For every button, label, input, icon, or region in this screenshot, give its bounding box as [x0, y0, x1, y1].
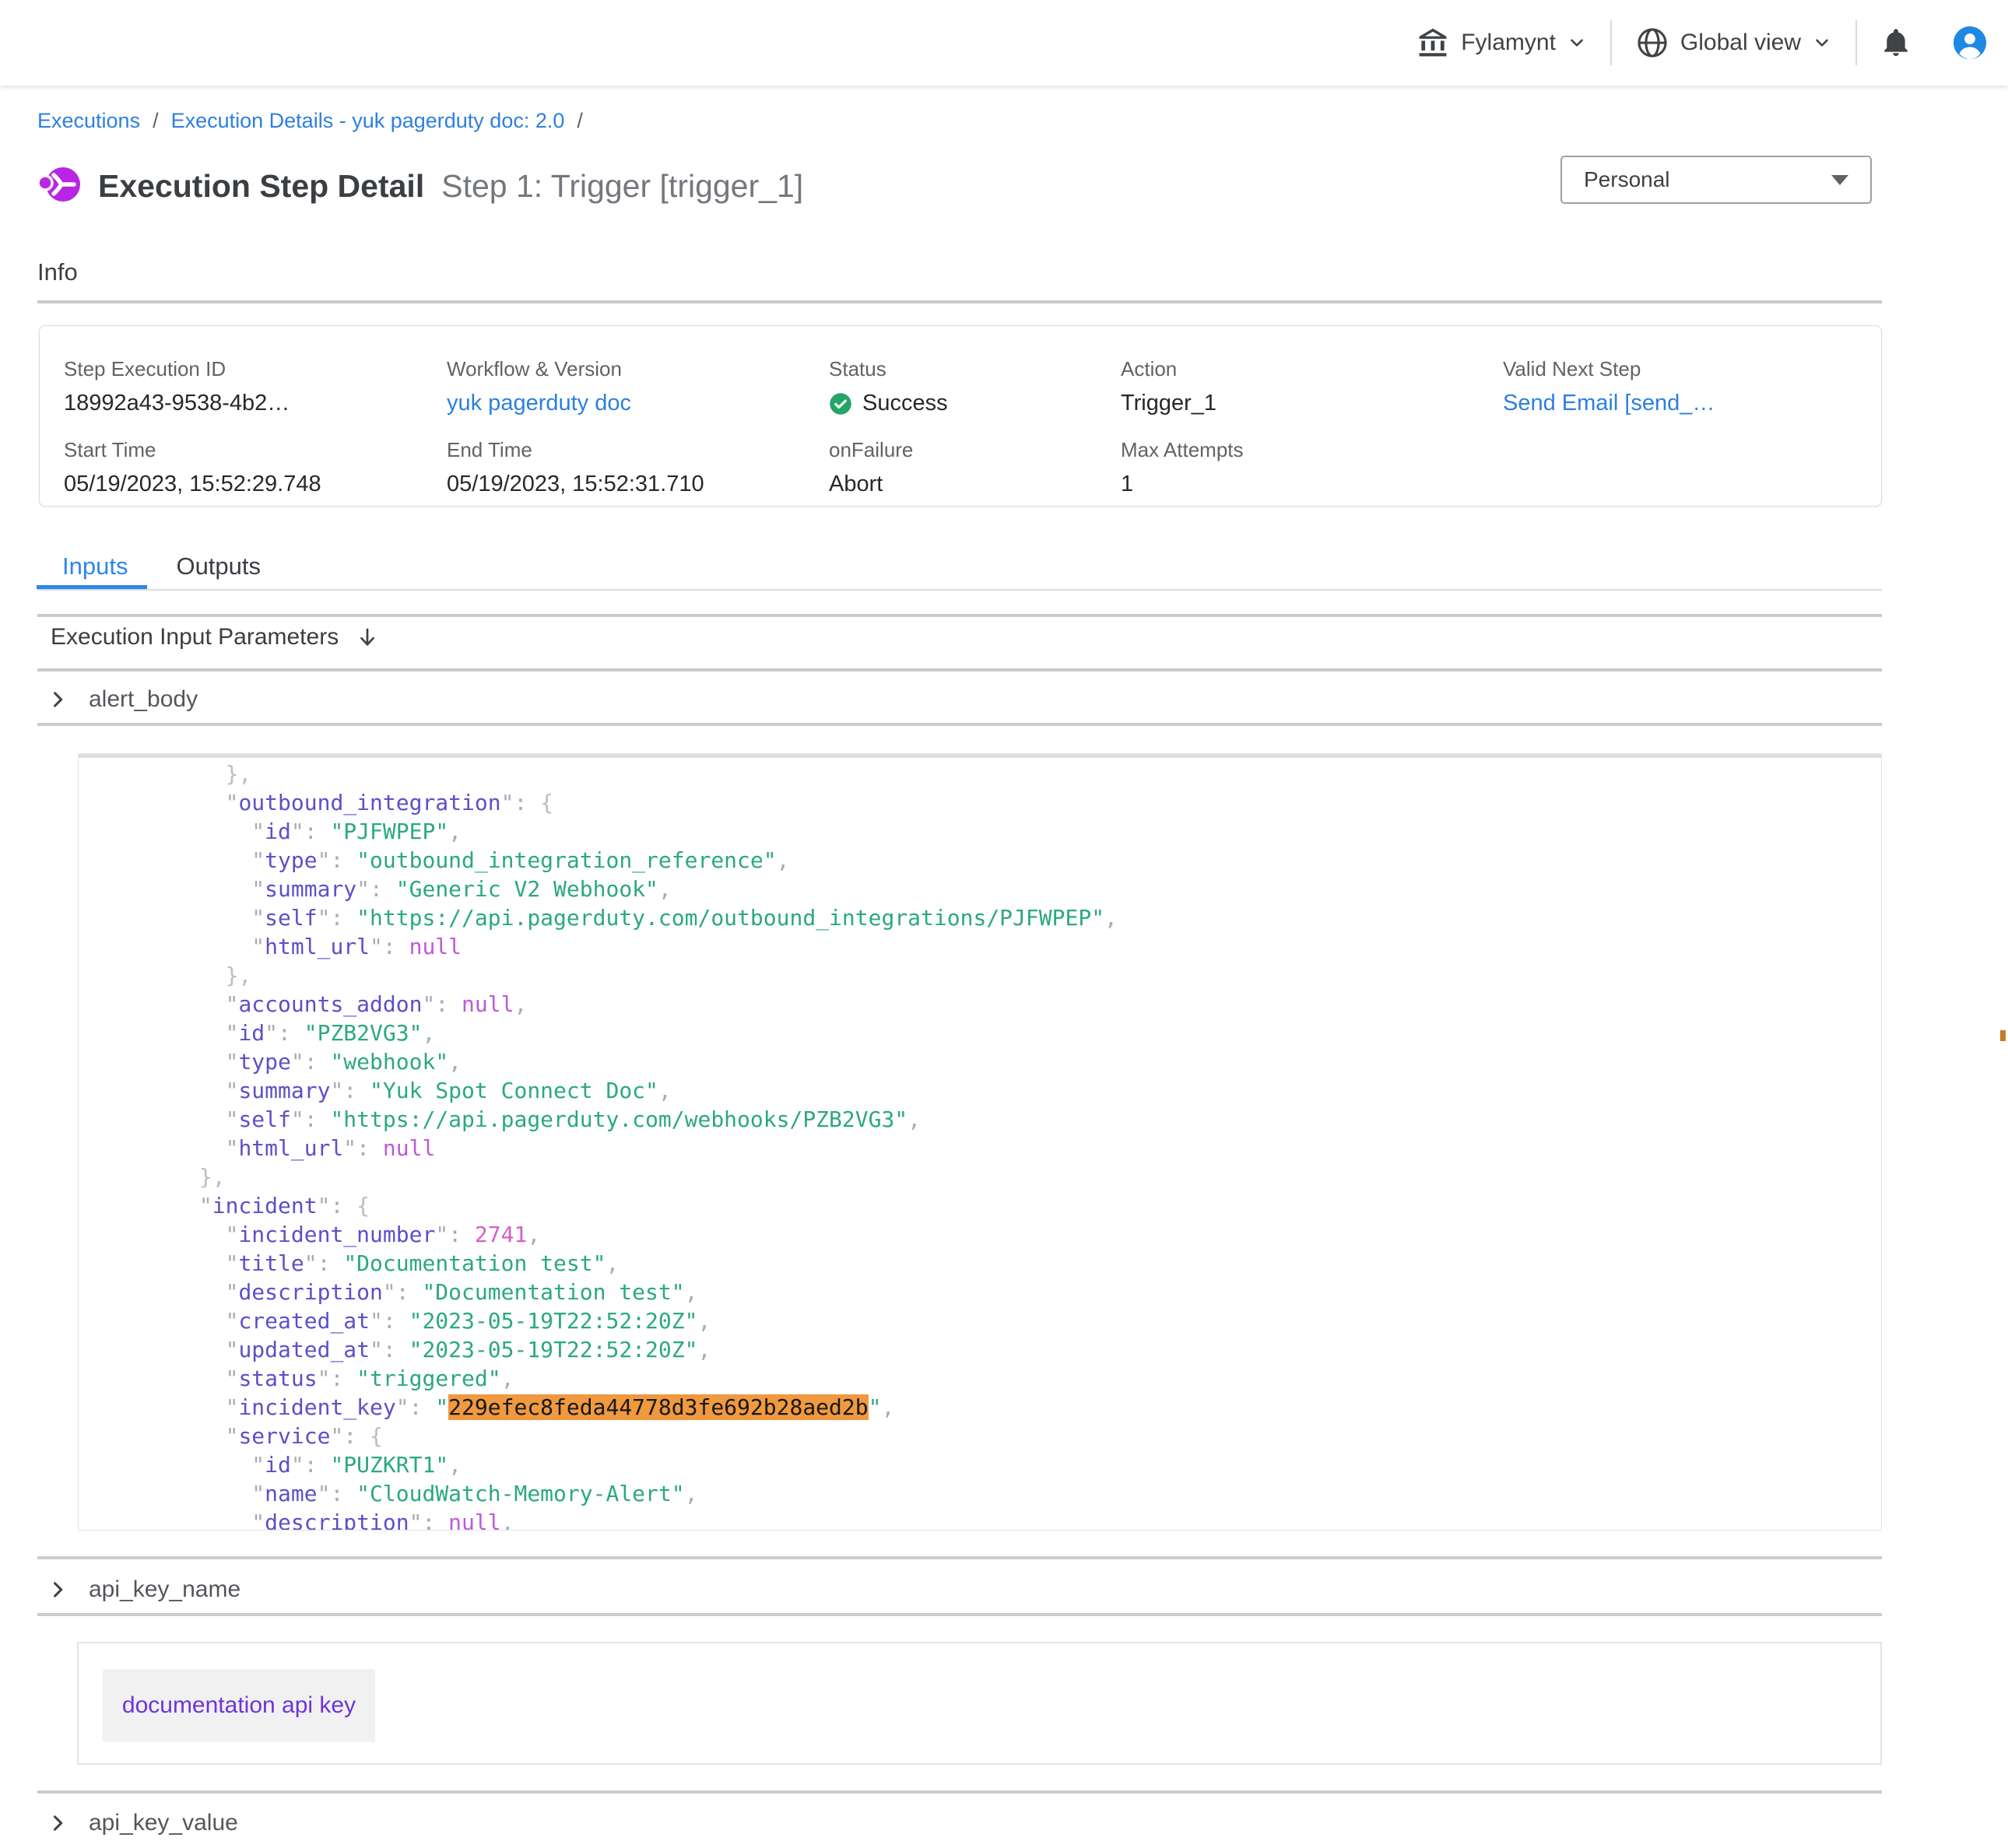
execution-input-parameters-header: Execution Input Parameters — [51, 624, 379, 650]
alert-body-json-viewer[interactable]: "self": "https://api.pagerduty.com/...",… — [78, 753, 1882, 1531]
json-code-line: "id": "PJFWPEP", — [94, 817, 1881, 846]
org-switcher[interactable]: Fylamynt — [1416, 26, 1587, 60]
institution-icon — [1416, 26, 1450, 60]
api-key-name-value-box: documentation api key — [77, 1642, 1882, 1765]
json-code-line: "id": "PZB2VG3", — [94, 1019, 1881, 1047]
field-action: Action Trigger_1 — [1121, 357, 1503, 438]
json-code-line: "outbound_integration": { — [94, 788, 1881, 817]
highlighted-incident-key: 229efec8feda44778d3fe692b28aed2b — [448, 1394, 868, 1420]
json-code-line: }, — [94, 961, 1881, 990]
breadcrumb-executions-link[interactable]: Executions — [37, 109, 140, 133]
json-code-line: "status": "triggered", — [94, 1364, 1881, 1393]
json-code-line: "created_at": "2023-05-19T22:52:20Z", — [94, 1306, 1881, 1335]
view-label: Global view — [1680, 30, 1801, 56]
param-row-api-key-name[interactable]: api_key_name — [47, 1576, 240, 1603]
json-code-line: "id": "PUZKRT1", — [94, 1450, 1881, 1479]
notifications-bell-icon[interactable] — [1880, 27, 1911, 58]
breadcrumb-execution-details-link[interactable]: Execution Details - yuk pagerduty doc: 2… — [171, 109, 565, 133]
status-badge: Success — [862, 391, 948, 416]
org-label: Fylamynt — [1461, 30, 1556, 56]
section-divider — [37, 668, 1882, 672]
json-code-line: "incident_number": 2741, — [94, 1220, 1881, 1249]
breadcrumb: Executions / Execution Details - yuk pag… — [37, 109, 595, 133]
field-max-attempts: Max Attempts 1 — [1121, 438, 1503, 519]
execution-step-detail-page: Fylamynt Global view — [0, 0, 2008, 1848]
json-code-line: "incident_key": "229efec8feda44778d3fe69… — [94, 1393, 1881, 1422]
api-key-name-chip: documentation api key — [103, 1669, 375, 1742]
json-content: "self": "https://api.pagerduty.com/...",… — [79, 753, 1881, 1531]
chevron-right-icon — [47, 689, 68, 710]
success-check-icon — [829, 392, 852, 416]
json-code-line: "self": "https://api.pagerduty.com/webho… — [94, 1105, 1881, 1134]
json-code-line: "name": "CloudWatch-Memory-Alert", — [94, 1479, 1881, 1508]
chevron-down-icon — [1567, 33, 1587, 53]
json-code-line: "accounts_addon": null, — [94, 990, 1881, 1019]
json-code-line: "html_url": null — [94, 1134, 1881, 1162]
json-code-line: "summary": "Yuk Spot Connect Doc", — [94, 1076, 1881, 1105]
json-code-line: "description": null, — [94, 1508, 1881, 1531]
field-on-failure: onFailure Abort — [829, 438, 1121, 519]
empty-cell — [1503, 438, 1881, 519]
json-code-line: }, — [94, 1162, 1881, 1191]
section-divider — [37, 1613, 1882, 1616]
param-row-alert-body[interactable]: alert_body — [47, 686, 198, 713]
scrollbar-match-marker — [2000, 1030, 2006, 1041]
json-code-line: "type": "webhook", — [94, 1047, 1881, 1076]
scope-select[interactable]: Personal — [1560, 156, 1872, 204]
field-workflow-version: Workflow & Version yuk pagerduty doc — [447, 357, 829, 438]
json-code-line: "self": "https://api.pagerduty.com/outbo… — [94, 903, 1881, 932]
field-end-time: End Time 05/19/2023, 15:52:31.710 — [447, 438, 829, 519]
page-subtitle: Step 1: Trigger [trigger_1] — [441, 168, 803, 205]
page-title: Execution Step Detail — [98, 168, 424, 205]
topbar-divider — [1855, 20, 1857, 65]
json-code-line: "description": "Documentation test", — [94, 1278, 1881, 1306]
info-card: Step Execution ID 18992a43-9538-4b2… Wor… — [39, 325, 1882, 507]
globe-icon — [1635, 26, 1669, 60]
section-divider — [37, 614, 1882, 617]
section-divider — [37, 300, 1882, 303]
chevron-right-icon — [47, 1812, 68, 1834]
info-heading: Info — [37, 258, 78, 286]
tab-border — [37, 589, 1882, 591]
tab-outputs[interactable]: Outputs — [176, 552, 261, 580]
section-divider — [37, 1556, 1882, 1559]
json-code-line: "html_url": null — [94, 932, 1881, 961]
section-divider — [37, 1790, 1882, 1794]
field-status: Status Success — [829, 357, 1121, 438]
top-bar: Fylamynt Global view — [0, 0, 2008, 86]
json-code-line: "service": { — [94, 1422, 1881, 1450]
select-caret-icon — [1831, 175, 1848, 185]
breadcrumb-separator: / — [153, 109, 159, 133]
topbar-divider — [1610, 20, 1612, 65]
json-code-line: "summary": "Generic V2 Webhook", — [94, 875, 1881, 903]
workflow-link[interactable]: yuk pagerduty doc — [447, 391, 829, 416]
field-step-execution-id: Step Execution ID 18992a43-9538-4b2… — [64, 357, 447, 438]
param-label: alert_body — [89, 686, 198, 713]
tab-inputs[interactable]: Inputs — [62, 552, 128, 580]
code-top-strip — [79, 754, 1881, 758]
json-code-line: "title": "Documentation test", — [94, 1249, 1881, 1278]
json-code-line: "type": "outbound_integration_reference"… — [94, 846, 1881, 875]
scope-select-value: Personal — [1584, 167, 1670, 192]
section-divider — [37, 723, 1882, 726]
field-valid-next-step: Valid Next Step Send Email [send_… — [1503, 357, 1881, 438]
param-label: api_key_value — [89, 1810, 238, 1836]
workflow-logo-icon — [36, 162, 81, 207]
param-row-api-key-value[interactable]: api_key_value — [47, 1810, 238, 1836]
chevron-down-icon — [1812, 33, 1832, 53]
breadcrumb-separator: / — [577, 109, 583, 133]
next-step-link[interactable]: Send Email [send_… — [1503, 391, 1881, 416]
sort-down-arrow-icon[interactable] — [356, 626, 379, 649]
view-switcher[interactable]: Global view — [1635, 26, 1832, 60]
json-code-line: "incident": { — [94, 1191, 1881, 1220]
tab-bar: Inputs Outputs — [62, 552, 261, 580]
json-code-line: }, — [94, 759, 1881, 788]
field-start-time: Start Time 05/19/2023, 15:52:29.748 — [64, 438, 447, 519]
param-label: api_key_name — [89, 1576, 240, 1603]
json-code-line: "updated_at": "2023-05-19T22:52:20Z", — [94, 1335, 1881, 1364]
user-avatar[interactable] — [1952, 25, 1988, 61]
chevron-right-icon — [47, 1579, 68, 1601]
